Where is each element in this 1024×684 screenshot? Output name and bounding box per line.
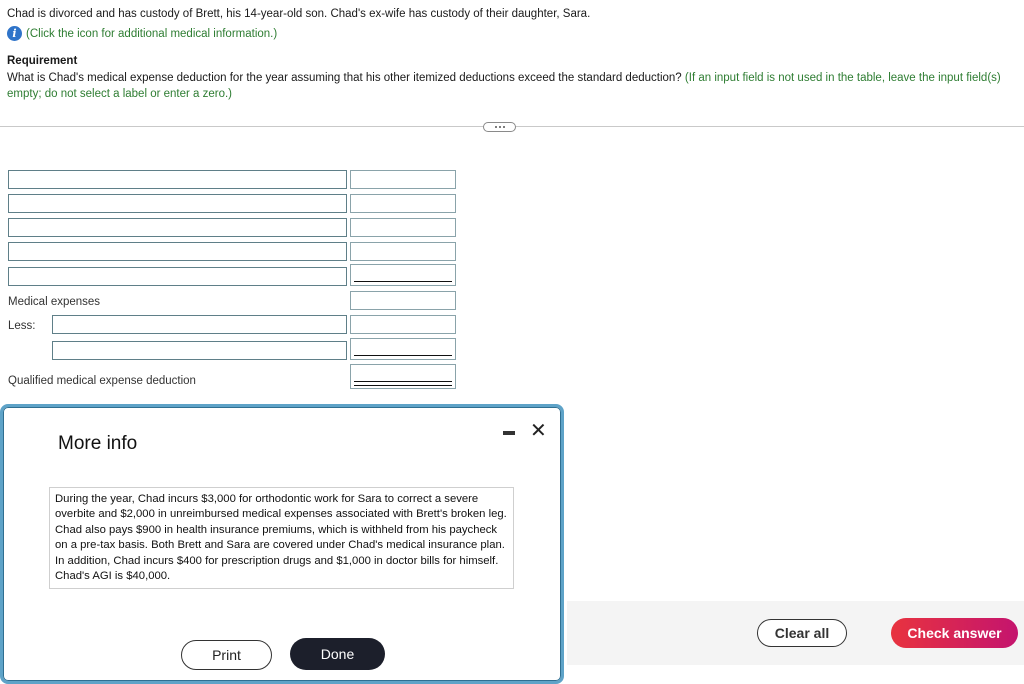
amount-input-4[interactable] xyxy=(350,242,456,261)
amount-input-5[interactable] xyxy=(350,264,456,286)
deduction-amount[interactable] xyxy=(350,364,456,389)
clear-all-button[interactable]: Clear all xyxy=(757,619,847,647)
info-link-text[interactable]: (Click the icon for additional medical i… xyxy=(26,28,277,40)
less-label-select-1[interactable] xyxy=(52,315,347,334)
deduction-label: Qualified medical expense deduction xyxy=(8,375,196,387)
info-link-row[interactable]: i (Click the icon for additional medical… xyxy=(7,26,277,41)
amount-input-3[interactable] xyxy=(350,218,456,237)
less-amount-input-1[interactable] xyxy=(350,315,456,334)
check-answer-button[interactable]: Check answer xyxy=(891,618,1018,648)
modal-title: More info xyxy=(58,433,138,454)
medical-expenses-label: Medical expenses xyxy=(8,296,101,308)
label-select-4[interactable] xyxy=(8,242,347,261)
label-select-5[interactable] xyxy=(8,267,347,286)
question-intro: Chad is divorced and has custody of Bret… xyxy=(7,8,591,20)
print-button[interactable]: Print xyxy=(181,640,272,670)
label-select-3[interactable] xyxy=(8,218,347,237)
less-label: Less: xyxy=(8,320,36,332)
modal-info-text: During the year, Chad incurs $3,000 for … xyxy=(49,487,514,589)
medical-expenses-amount[interactable] xyxy=(350,291,456,310)
less-label-select-2[interactable] xyxy=(52,341,347,360)
info-circle-icon[interactable]: i xyxy=(7,26,22,41)
minimize-icon[interactable] xyxy=(503,431,515,435)
close-icon[interactable]: ✕ xyxy=(530,418,547,443)
amount-input-1[interactable] xyxy=(350,170,456,189)
label-select-2[interactable] xyxy=(8,194,347,213)
less-amount-input-2[interactable] xyxy=(350,338,456,360)
requirement-question: What is Chad's medical expense deduction… xyxy=(7,72,682,84)
expand-handle[interactable] xyxy=(483,122,516,132)
requirement-title: Requirement xyxy=(7,55,78,67)
amount-input-2[interactable] xyxy=(350,194,456,213)
label-select-1[interactable] xyxy=(8,170,347,189)
done-button[interactable]: Done xyxy=(290,638,385,670)
requirement-text: What is Chad's medical expense deduction… xyxy=(7,70,1012,102)
